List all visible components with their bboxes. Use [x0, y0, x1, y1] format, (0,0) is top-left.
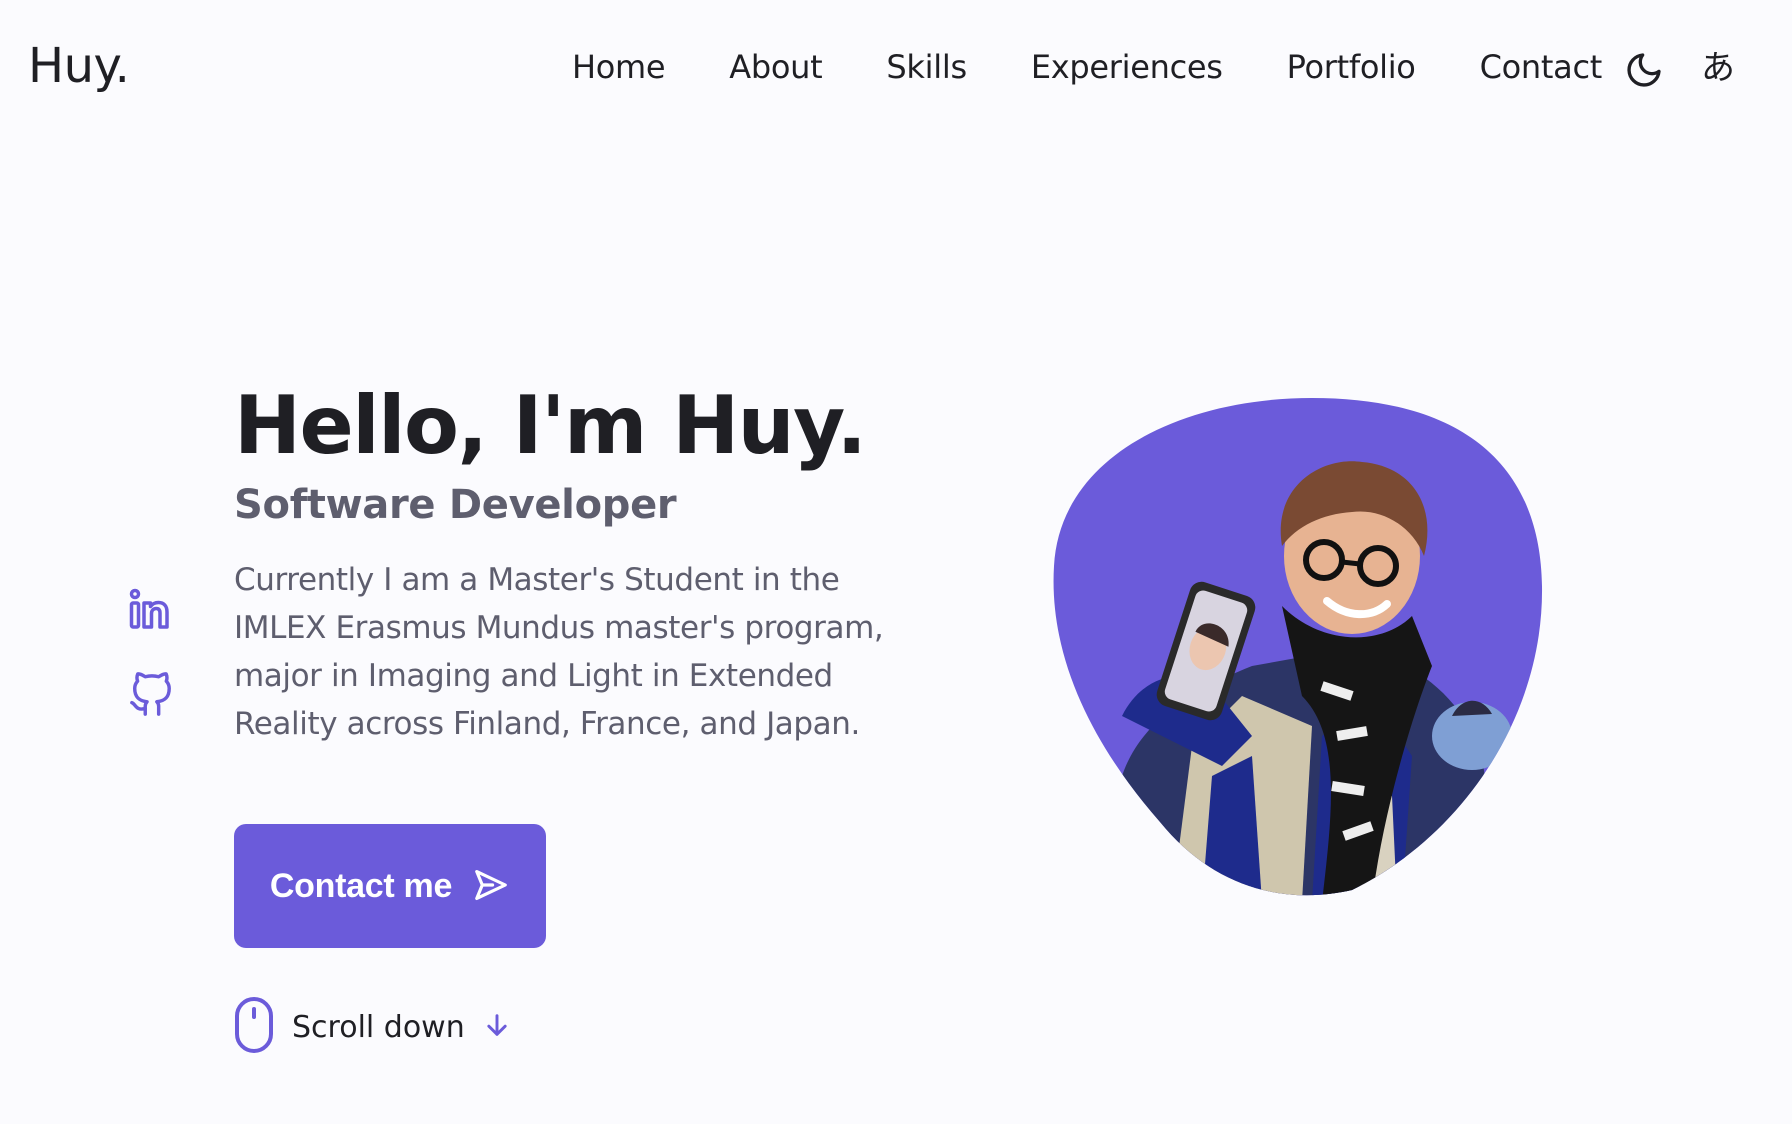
nav-about[interactable]: About	[729, 48, 822, 86]
contact-me-button[interactable]: Contact me	[234, 824, 546, 948]
main-nav: Home About Skills Experiences Portfolio …	[572, 48, 1602, 86]
scroll-down-link[interactable]: Scroll down	[234, 996, 511, 1058]
send-icon	[472, 866, 510, 907]
language-toggle-button[interactable]: あ	[1696, 46, 1740, 90]
nav-home[interactable]: Home	[572, 48, 666, 86]
mouse-icon	[234, 996, 274, 1058]
github-icon[interactable]	[128, 672, 174, 718]
header: Huy. Home About Skills Experiences Portf…	[0, 0, 1792, 140]
hero-text: Hello, I'm Huy. Software Developer Curre…	[234, 380, 934, 748]
hero-title: Hello, I'm Huy.	[234, 379, 867, 472]
nav-contact[interactable]: Contact	[1480, 48, 1603, 86]
contact-me-label: Contact me	[269, 866, 453, 905]
hero-subtitle: Software Developer	[234, 482, 677, 528]
hero-description: Currently I am a Master's Student in the…	[234, 562, 884, 742]
linkedin-icon[interactable]	[128, 588, 174, 634]
social-links	[128, 588, 174, 718]
nav-experiences[interactable]: Experiences	[1031, 48, 1223, 86]
site-logo[interactable]: Huy.	[28, 38, 130, 94]
profile-image	[1052, 396, 1596, 902]
arrow-down-icon	[483, 1011, 511, 1043]
nav-portfolio[interactable]: Portfolio	[1287, 48, 1416, 86]
moon-icon[interactable]	[1624, 50, 1664, 90]
scroll-down-label: Scroll down	[292, 1009, 465, 1045]
nav-skills[interactable]: Skills	[886, 48, 967, 86]
